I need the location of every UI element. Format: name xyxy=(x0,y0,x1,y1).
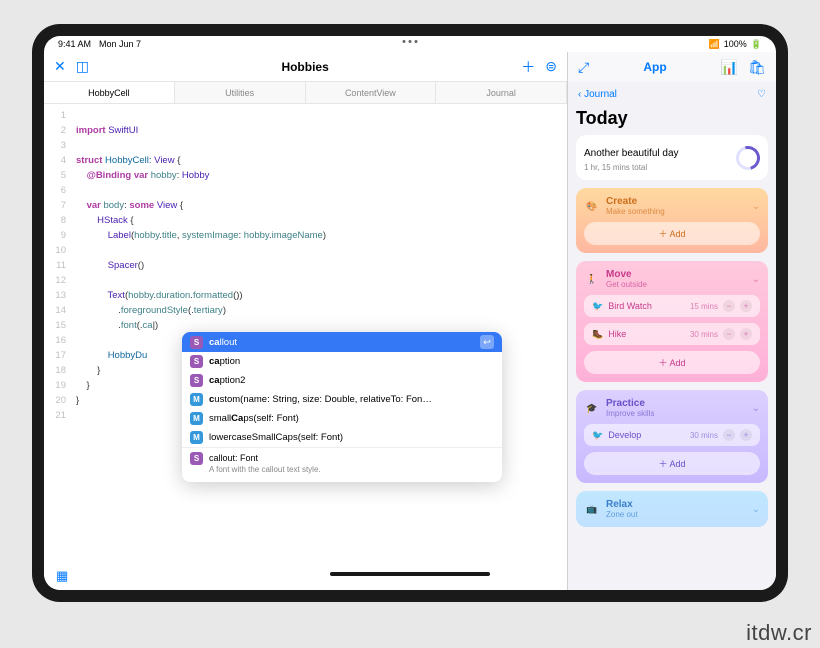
tab-contentview[interactable]: ContentView xyxy=(306,82,437,103)
hobby-row[interactable]: 🥾 Hike 30 mins−+ xyxy=(584,323,760,345)
right-toolbar: ⤢ App 📊 🛍 xyxy=(568,52,776,82)
project-title: Hobbies xyxy=(99,60,511,74)
progress-ring xyxy=(732,141,765,174)
autocomplete-item[interactable]: MlowercaseSmallCaps(self: Font) xyxy=(182,428,502,447)
swift-playgrounds-app: ✕ ◫ Hobbies ＋ ⊜ HobbyCellUtilitiesConten… xyxy=(44,52,568,590)
chevron-down-icon: ⌄ xyxy=(752,504,760,515)
section-move: 🚶MoveGet outside⌄🐦Bird Watch15 mins−+🥾Hi… xyxy=(576,261,768,382)
tab-journal[interactable]: Journal xyxy=(436,82,567,103)
hobby-icon: 🐦 xyxy=(592,430,603,441)
plus-button[interactable]: + xyxy=(740,328,752,340)
minus-button[interactable]: − xyxy=(723,300,735,312)
hobby-icon: 🐦 xyxy=(592,301,603,312)
chevron-down-icon: ⌄ xyxy=(752,403,760,414)
entry-input[interactable] xyxy=(584,148,730,159)
file-tabs: HobbyCellUtilitiesContentViewJournal xyxy=(44,82,567,104)
home-indicator[interactable] xyxy=(330,572,490,576)
return-icon[interactable]: ↩ xyxy=(480,335,494,349)
duration-label: 30 mins xyxy=(690,330,718,339)
nav-bar: ‹ Journal ♡ xyxy=(568,82,776,106)
add-hobby-button[interactable]: ＋ Add xyxy=(584,222,760,245)
minus-button[interactable]: − xyxy=(723,328,735,340)
tab-utilities[interactable]: Utilities xyxy=(175,82,306,103)
autocomplete-item[interactable]: Scallout↩ xyxy=(182,332,502,352)
app-title: App xyxy=(599,60,711,74)
practice-icon: 🎓 xyxy=(584,400,600,416)
total-time: 1 hr, 15 mins total xyxy=(584,163,730,172)
companion-app: ⤢ App 📊 🛍 ‹ Journal ♡ Today 1 hr, 15 min… xyxy=(568,52,776,590)
duration-label: 30 mins xyxy=(690,431,718,440)
plus-button[interactable]: + xyxy=(740,300,752,312)
hobby-label: Hike xyxy=(608,329,626,339)
chevron-down-icon: ⌄ xyxy=(752,201,760,212)
create-icon: 🎨 xyxy=(584,198,600,214)
hobby-row[interactable]: 🐦 Develop 30 mins−+ xyxy=(584,424,760,446)
ipad-frame: 9:41 AM Mon Jun 7 📶 100% 🔋 ✕ ◫ Hobbies ＋… xyxy=(32,24,788,602)
bag-icon[interactable]: 🛍 xyxy=(748,59,766,76)
expand-icon[interactable]: ⤢ xyxy=(578,59,589,76)
left-toolbar: ✕ ◫ Hobbies ＋ ⊜ xyxy=(44,52,567,82)
section-relax: 📺RelaxZone out⌄ xyxy=(576,491,768,527)
relax-icon: 📺 xyxy=(584,501,600,517)
wifi-icon: 📶 xyxy=(709,39,720,50)
line-gutter: 123456789101112131415161718192021 xyxy=(44,104,72,590)
hobby-row[interactable]: 🐦 Bird Watch 15 mins−+ xyxy=(584,295,760,317)
battery-icon: 🔋 xyxy=(751,39,762,50)
back-button[interactable]: ‹ Journal xyxy=(578,89,617,100)
battery-label: 100% xyxy=(724,39,747,49)
more-button[interactable]: ⊜ xyxy=(545,58,557,75)
journal-content[interactable]: Today 1 hr, 15 mins total 🎨CreateMake so… xyxy=(568,106,776,590)
tab-hobbycell[interactable]: HobbyCell xyxy=(44,82,175,103)
multitask-icon[interactable] xyxy=(403,40,418,43)
add-button[interactable]: ＋ xyxy=(521,57,535,77)
section-header[interactable]: 🎨CreateMake something⌄ xyxy=(584,196,760,216)
section-header[interactable]: 🚶MoveGet outside⌄ xyxy=(584,269,760,289)
hobby-label: Develop xyxy=(608,430,641,440)
autocomplete-item[interactable]: Scaption xyxy=(182,352,502,371)
sidebar-toggle-icon[interactable]: ◫ xyxy=(76,58,89,75)
add-hobby-button[interactable]: ＋ Add xyxy=(584,452,760,475)
preview-icon[interactable]: ▦ xyxy=(56,568,68,584)
autocomplete-item[interactable]: MsmallCaps(self: Font) xyxy=(182,409,502,428)
section-practice: 🎓PracticeImprove skills⌄ 🐦 Develop 30 mins−… xyxy=(576,390,768,483)
close-button[interactable]: ✕ xyxy=(54,58,66,75)
screen: 9:41 AM Mon Jun 7 📶 100% 🔋 ✕ ◫ Hobbies ＋… xyxy=(44,36,776,590)
autocomplete-popup[interactable]: Scallout↩ScaptionScaption2Mcustom(name: … xyxy=(182,332,502,482)
hobby-label: Bird Watch xyxy=(608,301,652,311)
add-hobby-button[interactable]: ＋ Add xyxy=(584,351,760,374)
plus-button[interactable]: + xyxy=(740,429,752,441)
section-header[interactable]: 📺RelaxZone out⌄ xyxy=(584,499,760,519)
autocomplete-item[interactable]: Scaption2 xyxy=(182,371,502,390)
watermark: itdw.cr xyxy=(746,620,812,646)
page-heading: Today xyxy=(576,108,768,129)
autocomplete-item[interactable]: Mcustom(name: String, size: Double, rela… xyxy=(182,390,502,409)
section-create: 🎨CreateMake something⌄ ＋ Add xyxy=(576,188,768,253)
chart-icon[interactable]: 📊 xyxy=(721,59,738,76)
chevron-down-icon: ⌄ xyxy=(752,274,760,285)
status-date: Mon Jun 7 xyxy=(99,39,141,49)
hobby-icon: 🥾 xyxy=(592,329,603,340)
today-summary-card[interactable]: 1 hr, 15 mins total xyxy=(576,135,768,180)
favorite-icon[interactable]: ♡ xyxy=(757,89,766,100)
move-icon: 🚶 xyxy=(584,271,600,287)
duration-label: 15 mins xyxy=(690,302,718,311)
minus-button[interactable]: − xyxy=(723,429,735,441)
code-editor[interactable]: 123456789101112131415161718192021 import… xyxy=(44,104,567,590)
status-bar: 9:41 AM Mon Jun 7 📶 100% 🔋 xyxy=(44,36,776,52)
section-header[interactable]: 🎓PracticeImprove skills⌄ xyxy=(584,398,760,418)
status-time: 9:41 AM xyxy=(58,39,91,49)
